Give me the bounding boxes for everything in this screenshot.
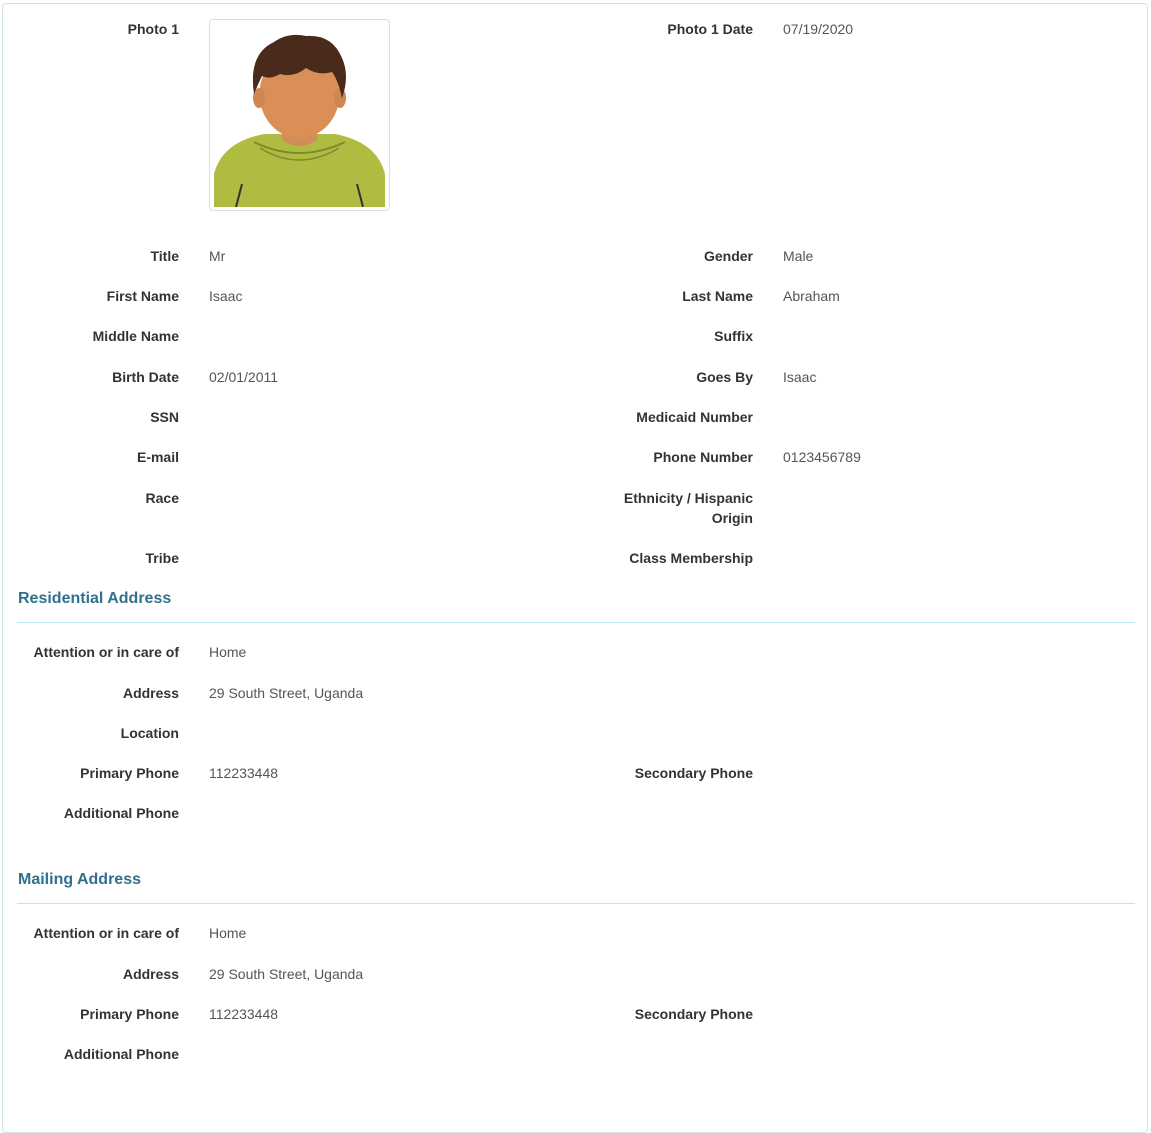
birth-date-label: Birth Date [112,369,179,385]
photo-date-value: 07/19/2020 [783,21,854,37]
residential-primary-phone-label: Primary Phone [80,765,179,781]
mailing-secondary-phone-label: Secondary Phone [634,1006,753,1022]
phone-number-label: Phone Number [653,449,753,465]
last-name-value: Abraham [783,288,840,304]
email-label: E-mail [136,449,179,465]
first-name-value: Isaac [209,288,243,304]
photo-label: Photo 1 [127,21,179,37]
race-label: Race [145,490,179,506]
residential-primary-phone-value: 112233448 [209,765,279,781]
tribe-label: Tribe [145,550,179,566]
suffix-label: Suffix [714,328,753,344]
goes-by-value: Isaac [783,369,817,385]
first-name-label: First Name [106,288,179,304]
residential-location-label: Location [120,725,179,741]
photo-thumbnail[interactable] [209,19,390,211]
ethnicity-label: Ethnicity / Hispanic Origin [553,488,753,528]
photo-date-label: Photo 1 Date [667,21,753,37]
birth-date-value: 02/01/2011 [209,369,279,385]
mailing-additional-phone-label: Additional Phone [63,1046,179,1062]
last-name-label: Last Name [682,288,753,304]
class-membership-label: Class Membership [629,550,753,566]
middle-name-label: Middle Name [92,328,179,344]
mailing-primary-phone-label: Primary Phone [80,1006,179,1022]
residential-divider [17,622,1135,623]
ssn-label: SSN [150,409,179,425]
gender-value: Male [783,248,814,264]
gender-label: Gender [703,248,753,264]
residential-additional-phone-label: Additional Phone [63,805,179,821]
residential-secondary-phone-label: Secondary Phone [634,765,753,781]
residential-attention-label: Attention or in care of [33,644,179,660]
medicaid-number-label: Medicaid Number [636,409,753,425]
mailing-address-label: Address [122,966,179,982]
title-value: Mr [209,248,226,264]
residential-attention-value: Home [209,644,247,660]
mailing-address-value: 29 South Street, Uganda [209,966,364,982]
goes-by-label: Goes By [696,369,753,385]
mailing-primary-phone-value: 112233448 [209,1006,279,1022]
residential-address-heading: Residential Address [18,590,172,607]
mailing-divider [17,903,1135,904]
mailing-attention-label: Attention or in care of [33,925,179,941]
mailing-attention-value: Home [209,925,247,941]
ethnicity-label-line1: Ethnicity / Hispanic [623,490,753,506]
ethnicity-label-line2: Origin [711,510,753,526]
phone-number-value: 0123456789 [783,449,861,465]
mailing-address-heading: Mailing Address [18,871,141,888]
avatar-boy-icon [214,24,385,207]
residential-address-label: Address [122,685,179,701]
title-label: Title [150,248,179,264]
residential-address-value: 29 South Street, Uganda [209,685,364,701]
